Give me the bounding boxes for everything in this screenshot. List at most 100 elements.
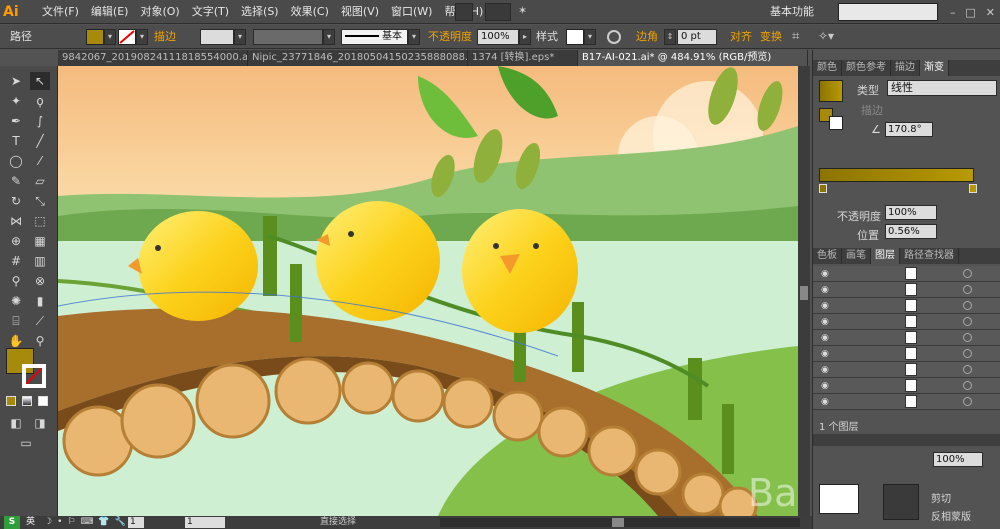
gradient-position-field[interactable]: 0.56%	[885, 224, 937, 239]
gradient-type-select[interactable]: 线性	[887, 80, 997, 96]
stroke-weight-field[interactable]	[200, 29, 234, 45]
menu-type[interactable]: 文字(T)	[186, 0, 235, 24]
gradient-mode-button[interactable]	[22, 396, 32, 406]
tab-layers[interactable]: 图层	[871, 248, 900, 264]
workspace-switcher[interactable]: 基本功能	[770, 4, 814, 20]
target-icon[interactable]	[963, 349, 972, 358]
selection-tool-icon[interactable]: ➤	[6, 72, 26, 90]
stroke-weight-arrow[interactable]: ▾	[234, 29, 246, 45]
menu-edit[interactable]: 编辑(E)	[85, 0, 135, 24]
eye-icon[interactable]: ◉	[821, 332, 833, 344]
fill-dropdown-arrow[interactable]: ▾	[104, 29, 116, 45]
gradient-tool-icon[interactable]: ▥	[30, 252, 50, 270]
gradient-stop-start[interactable]	[819, 184, 827, 193]
corner-link[interactable]: 边角	[636, 25, 658, 49]
close-icon[interactable]: ✕	[986, 6, 995, 19]
layer-row[interactable]: ◉	[813, 314, 1000, 330]
gradient-angle-field[interactable]: 170.8°	[885, 122, 933, 137]
layer-row[interactable]: ◉	[813, 378, 1000, 394]
tab-color-guide[interactable]: 颜色参考	[842, 60, 891, 76]
type-tool-icon[interactable]: T	[6, 132, 26, 150]
slice-tool-icon[interactable]: ⟋	[30, 312, 50, 330]
gradient-stop-end[interactable]	[969, 184, 977, 193]
tab-brushes[interactable]: 画笔	[842, 248, 871, 264]
bridge-button[interactable]	[455, 3, 473, 21]
invert-mask-checkbox[interactable]: 反相蒙版	[931, 508, 971, 523]
perspective-grid-icon[interactable]: ▦	[30, 232, 50, 250]
eye-icon[interactable]: ◉	[821, 268, 833, 280]
tab-color[interactable]: 颜色	[813, 60, 842, 76]
menu-object[interactable]: 对象(O)	[134, 0, 185, 24]
curvature-tool-icon[interactable]: ∫	[30, 112, 50, 130]
target-icon[interactable]	[963, 365, 972, 374]
stroke-link[interactable]: 描边	[154, 25, 176, 49]
clip-checkbox[interactable]: 剪切	[931, 490, 951, 505]
arrange-documents-button[interactable]	[485, 3, 511, 21]
free-transform-icon[interactable]: ⬚	[30, 212, 50, 230]
tab-doc-1[interactable]: 9842067_20190824111818554000.ai*	[58, 50, 248, 66]
minimize-icon[interactable]: –	[950, 6, 956, 19]
layer-row[interactable]: ◉	[813, 394, 1000, 410]
ime-lang[interactable]: 英	[26, 516, 35, 529]
stroke-swatch[interactable]	[118, 29, 136, 45]
gpu-icon[interactable]: ✶	[518, 4, 527, 17]
shape-builder-icon[interactable]: ⊕	[6, 232, 26, 250]
tab-pathfinder[interactable]: 路径查找器	[900, 248, 959, 264]
brush-definition-arrow[interactable]: ▾	[408, 29, 420, 45]
target-icon[interactable]	[963, 333, 972, 342]
direct-selection-tool-icon[interactable]: ↖	[30, 72, 50, 90]
menu-window[interactable]: 窗口(W)	[385, 0, 438, 24]
mesh-tool-icon[interactable]: #	[6, 252, 26, 270]
pencil-icon[interactable]: ✎	[6, 172, 26, 190]
transparency-opacity-field[interactable]: 100%	[933, 452, 983, 467]
menu-view[interactable]: 视图(V)	[335, 0, 385, 24]
artboard-tool-icon[interactable]: ⌸	[6, 312, 26, 330]
eye-icon[interactable]: ◉	[821, 380, 833, 392]
variable-width-arrow[interactable]: ▾	[323, 29, 335, 45]
target-icon[interactable]	[963, 285, 972, 294]
eraser-icon[interactable]: ▱	[30, 172, 50, 190]
transform-link[interactable]: 变换	[760, 25, 782, 49]
help-search-input[interactable]	[838, 3, 938, 21]
scroll-thumb[interactable]	[800, 286, 808, 300]
rotate-icon[interactable]: ↻	[6, 192, 26, 210]
tab-doc-active[interactable]: B17-AI-021.ai* @ 484.91% (RGB/预览)	[578, 50, 808, 66]
ime-toolbar-icons[interactable]: ☽•⚐⌨👕🔧	[44, 516, 131, 529]
artboard-canvas[interactable]: Bai 经验	[58, 66, 798, 516]
corner-stepper[interactable]: ⇕	[664, 29, 676, 45]
gradient-stroke-swatch[interactable]	[829, 116, 843, 130]
graphic-style-arrow[interactable]: ▾	[584, 29, 596, 45]
paintbrush-icon[interactable]: ⁄	[30, 152, 50, 170]
eye-icon[interactable]: ◉	[821, 348, 833, 360]
make-mask-button[interactable]	[883, 484, 919, 520]
menu-file[interactable]: 文件(F)	[36, 0, 85, 24]
blend-tool-icon[interactable]: ⊗	[30, 272, 50, 290]
horizontal-scrollbar[interactable]	[440, 518, 800, 527]
gradient-slider[interactable]	[819, 168, 974, 182]
recolor-icon[interactable]	[607, 30, 621, 44]
page-field[interactable]: 1	[185, 517, 225, 528]
pen-tool-icon[interactable]: ✒	[6, 112, 26, 130]
width-tool-icon[interactable]: ⋈	[6, 212, 26, 230]
magic-wand-icon[interactable]: ✦	[6, 92, 26, 110]
layer-row[interactable]: ◉	[813, 346, 1000, 362]
fill-swatch[interactable]	[86, 29, 104, 45]
opacity-link[interactable]: 不透明度	[428, 25, 472, 49]
draw-inside-icon[interactable]: ◨	[30, 414, 50, 432]
target-icon[interactable]	[963, 301, 972, 310]
hscroll-thumb[interactable]	[612, 518, 624, 527]
line-tool-icon[interactable]: ╱	[30, 132, 50, 150]
isolate-icon[interactable]: ⌗	[792, 29, 799, 44]
layer-row[interactable]: ◉	[813, 282, 1000, 298]
brush-definition-field[interactable]: 基本	[341, 29, 408, 45]
layer-row[interactable]: ◉	[813, 266, 1000, 282]
stroke-color-box[interactable]	[22, 364, 46, 388]
target-icon[interactable]	[963, 269, 972, 278]
eye-icon[interactable]: ◉	[821, 364, 833, 376]
layer-row[interactable]: ◉	[813, 362, 1000, 378]
panel-menu-icon[interactable]: ✧▾	[818, 29, 834, 43]
corner-radius-field[interactable]: 0 pt	[677, 29, 717, 45]
layer-row[interactable]: ◉	[813, 330, 1000, 346]
tab-swatches[interactable]: 色板	[813, 248, 842, 264]
color-mode-button[interactable]	[6, 396, 16, 406]
